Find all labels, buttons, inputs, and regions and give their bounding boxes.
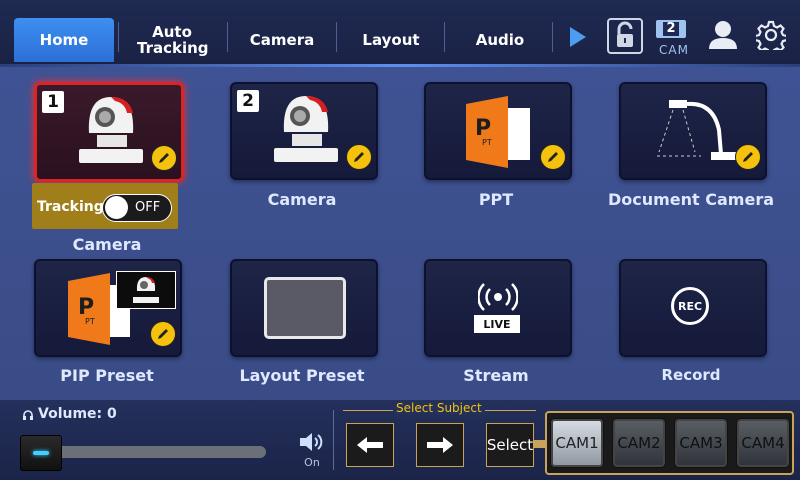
lock-icon[interactable]: [607, 18, 643, 54]
cam-3-line2: 3: [713, 434, 723, 452]
camera-number-badge: 2: [237, 90, 259, 112]
tab-separator: [227, 22, 228, 52]
arrow-right-icon: [427, 437, 453, 453]
tab-separator: [552, 22, 553, 52]
camera-number-badge: 1: [42, 91, 64, 113]
cam-1-line2: 1: [589, 434, 599, 452]
user-icon[interactable]: [707, 20, 739, 50]
ptz-camera-icon: [79, 97, 143, 163]
layout-preset-label: Layout Preset: [239, 366, 365, 385]
ppt-icon: [466, 96, 530, 168]
document-camera-tile[interactable]: [619, 82, 767, 180]
ptz-camera-icon: [274, 96, 338, 162]
ptz-camera-icon: [133, 277, 159, 303]
cam-4-button[interactable]: CAM 4: [736, 418, 790, 468]
record-label: Record: [661, 366, 721, 384]
cam-4-line2: 4: [775, 434, 785, 452]
toggle-state-label: OFF: [135, 200, 161, 215]
ppt-icon-sub: PT: [482, 138, 492, 147]
camera-2-tile[interactable]: 2: [230, 82, 378, 180]
camera-1-tile[interactable]: 1: [34, 82, 184, 182]
tab-separator: [444, 22, 445, 52]
cam-badge[interactable]: 2: [656, 20, 690, 40]
tab-separator: [336, 22, 337, 52]
bottom-divider: [333, 410, 334, 470]
headphones-icon: [23, 410, 33, 420]
cam-2-line2: 2: [651, 434, 661, 452]
layout-preset-tile[interactable]: [230, 259, 378, 357]
pip-icon-sub: PT: [85, 317, 95, 326]
edit-icon[interactable]: [735, 144, 761, 170]
play-icon[interactable]: [568, 26, 588, 48]
volume-slider-handle[interactable]: [20, 435, 62, 471]
stream-tile[interactable]: LIVE: [424, 259, 572, 357]
edit-icon[interactable]: [346, 144, 372, 170]
speaker-state-label: On: [304, 456, 320, 469]
tab-home[interactable]: Home: [14, 18, 114, 62]
edit-icon[interactable]: [151, 145, 177, 171]
broadcast-icon: [478, 283, 518, 311]
tab-separator: [118, 22, 119, 52]
cam-3-button[interactable]: CAM 3: [674, 418, 728, 468]
tab-auto-tracking[interactable]: Auto Tracking: [122, 18, 222, 62]
cam-1-line1: CAM: [555, 434, 590, 452]
ppt-tile[interactable]: P PT: [424, 82, 572, 180]
arrow-left-icon: [357, 437, 383, 453]
pip-preset-label: PIP Preset: [60, 366, 154, 385]
cam-1-button[interactable]: CAM 1: [550, 418, 604, 468]
record-tile[interactable]: REC: [619, 259, 767, 357]
stream-label: Stream: [463, 366, 529, 385]
camera-1-label: Camera: [72, 235, 142, 254]
volume-label: Volume: 0: [38, 406, 117, 422]
live-badge: LIVE: [474, 315, 520, 333]
pip-preset-tile[interactable]: P PT: [34, 259, 182, 357]
speaker-icon[interactable]: [298, 430, 326, 454]
cam-4-line1: CAM: [741, 434, 776, 452]
tab-auto-tracking-label: Auto Tracking: [137, 23, 209, 57]
tab-camera[interactable]: Camera: [232, 18, 332, 62]
cam-2-line1: CAM: [617, 434, 652, 452]
edit-icon[interactable]: [150, 321, 176, 347]
cam-3-line1: CAM: [679, 434, 714, 452]
camera-2-label: Camera: [267, 190, 337, 209]
gear-icon[interactable]: [756, 20, 786, 50]
cam-2-button[interactable]: CAM 2: [612, 418, 666, 468]
cam-badge-number: 2: [663, 22, 679, 36]
tracking-panel: Tracking OFF: [32, 183, 178, 229]
record-icon: REC: [671, 287, 709, 325]
layout-preview-icon: [264, 277, 346, 339]
slider-handle-light: [33, 451, 49, 455]
select-subject-label: Select Subject: [393, 401, 485, 415]
arrow-right-button[interactable]: [416, 423, 464, 467]
edit-icon[interactable]: [540, 144, 566, 170]
select-button[interactable]: Select: [486, 423, 534, 467]
toggle-knob: [105, 196, 128, 219]
ppt-label: PPT: [478, 190, 514, 209]
pip-inset-window: [116, 271, 176, 309]
document-camera-icon: [657, 100, 737, 160]
arrow-left-button[interactable]: [346, 423, 394, 467]
document-camera-label: Document Camera: [607, 190, 775, 209]
tab-audio[interactable]: Audio: [450, 18, 550, 62]
cam-badge-label: CAM: [659, 43, 689, 57]
tracking-label: Tracking: [37, 199, 104, 215]
tracking-toggle[interactable]: OFF: [102, 194, 172, 222]
tab-layout[interactable]: Layout: [341, 18, 441, 62]
